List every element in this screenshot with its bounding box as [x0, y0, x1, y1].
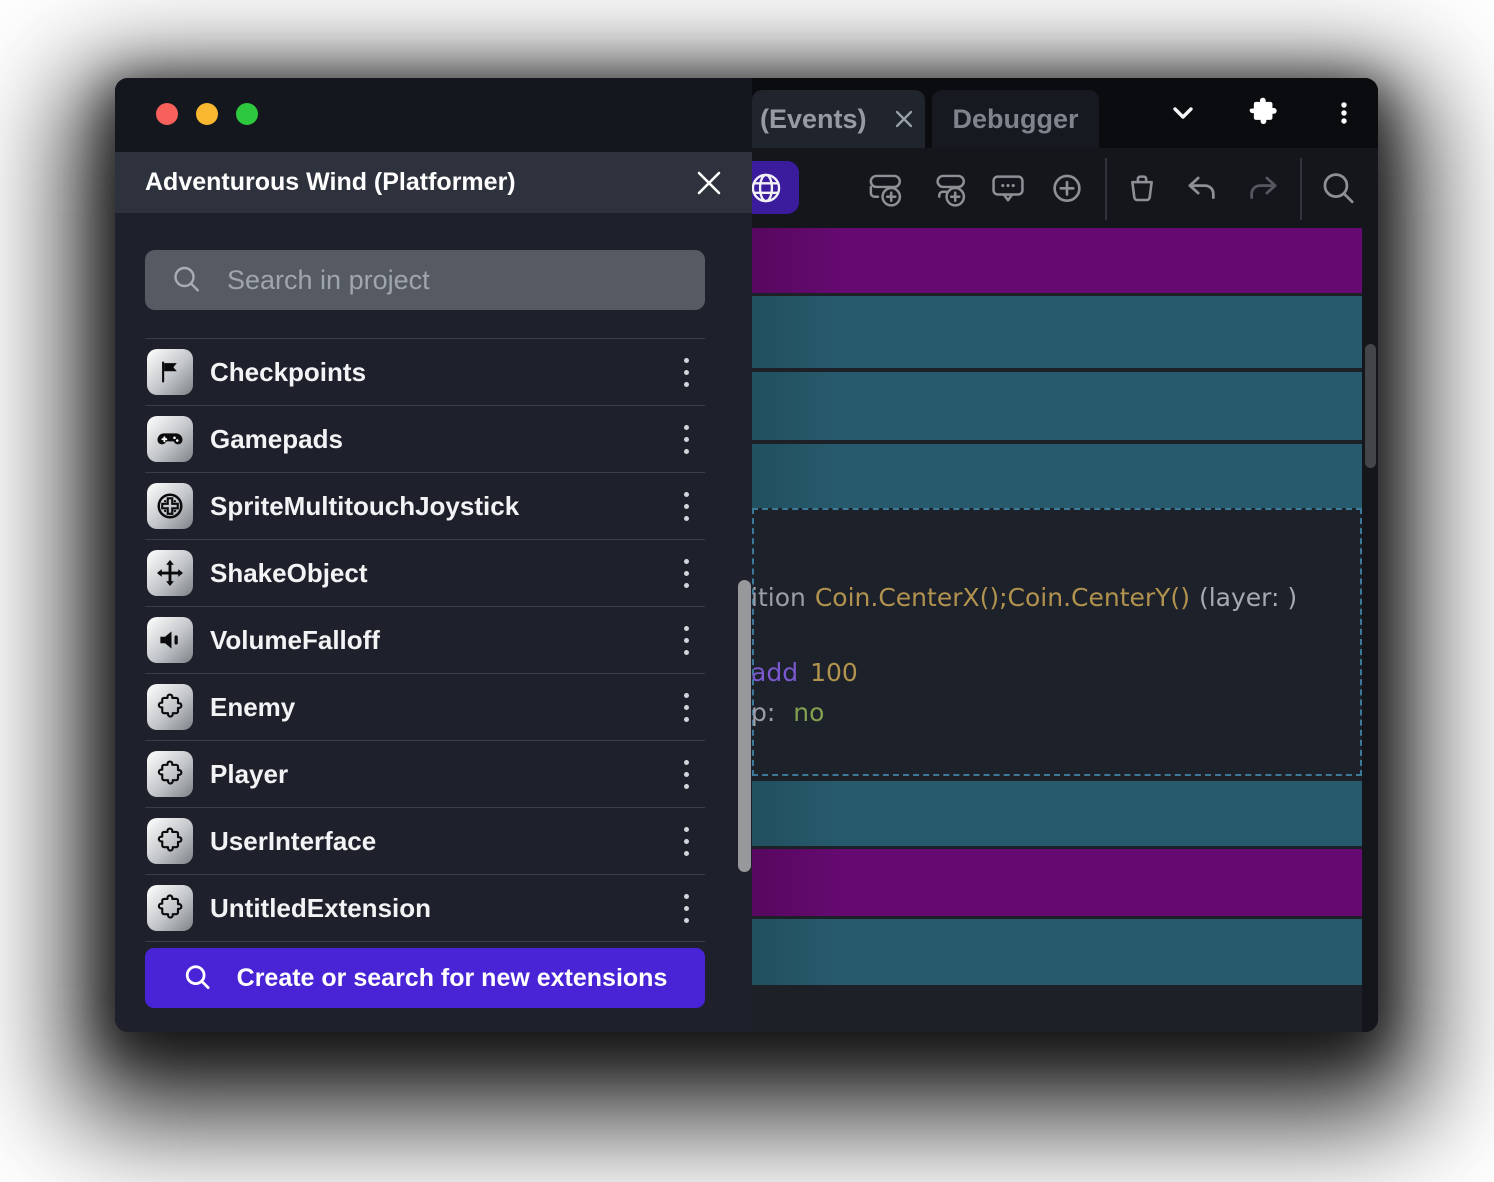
kebab-menu-icon[interactable] — [669, 752, 703, 796]
globe-icon — [747, 169, 785, 207]
kebab-menu-icon[interactable] — [669, 685, 703, 729]
redo-icon[interactable] — [1239, 166, 1285, 212]
add-circle-icon[interactable] — [1044, 166, 1090, 212]
list-item-userinterface[interactable]: UserInterface — [145, 807, 705, 874]
panel-header: Adventurous Wind (Platformer) — [115, 152, 752, 213]
flag-icon — [147, 349, 193, 395]
panel-scrollbar-thumb[interactable] — [738, 580, 751, 872]
kebab-menu-icon[interactable] — [669, 819, 703, 863]
puzzle-icon — [147, 684, 193, 730]
list-item-untitledextension[interactable]: UntitledExtension — [145, 874, 705, 942]
list-item-label: Checkpoints — [210, 357, 669, 388]
toolbar-separator — [1300, 158, 1302, 220]
gamepad-icon — [147, 416, 193, 462]
list-item-enemy[interactable]: Enemy — [145, 673, 705, 740]
extensions-puzzle-icon[interactable] — [1236, 86, 1290, 140]
trash-icon[interactable] — [1119, 166, 1165, 212]
minimize-traffic-light[interactable] — [196, 103, 218, 125]
kebab-menu-icon[interactable] — [669, 886, 703, 930]
list-item-label: UntitledExtension — [210, 893, 669, 924]
code-expression: Coin.CenterX();Coin.CenterY() — [815, 583, 1190, 612]
create-extension-button[interactable]: Create or search for new extensions — [145, 948, 705, 1008]
tab-events-label: (Events) — [760, 104, 867, 135]
tab-debugger-label: Debugger — [952, 104, 1078, 135]
joystick-icon — [147, 483, 193, 529]
list-item-label: Player — [210, 759, 669, 790]
list-item-shakeobject[interactable]: ShakeObject — [145, 539, 705, 606]
list-item-gamepads[interactable]: Gamepads — [145, 405, 705, 472]
kebab-menu-icon[interactable] — [669, 551, 703, 595]
events-scrollbar-track[interactable] — [1362, 228, 1378, 1032]
list-item-checkpoints[interactable]: Checkpoints — [145, 338, 705, 405]
window-titlebar[interactable] — [115, 78, 752, 152]
list-item-player[interactable]: Player — [145, 740, 705, 807]
extensions-list: Checkpoints Gamepads — [145, 338, 705, 942]
search-icon — [183, 963, 213, 993]
code-text: p: — [751, 698, 775, 727]
search-input[interactable] — [225, 264, 689, 297]
code-text: (layer: ) — [1199, 583, 1297, 612]
list-item-label: UserInterface — [210, 826, 669, 857]
selected-event[interactable]: ition Coin.CenterX();Coin.CenterY() (layer… — [752, 508, 1362, 776]
tab-events[interactable]: (Events) — [752, 90, 925, 148]
puzzle-icon — [147, 751, 193, 797]
events-scrollbar-thumb[interactable] — [1365, 344, 1376, 468]
event-row[interactable] — [752, 296, 1362, 368]
list-item-label: VolumeFalloff — [210, 625, 669, 656]
move-arrows-icon — [147, 550, 193, 596]
list-item-label: Enemy — [210, 692, 669, 723]
puzzle-icon — [147, 885, 193, 931]
project-search-box[interactable] — [145, 250, 705, 310]
events-sheet: ition Coin.CenterX();Coin.CenterY() (layer… — [752, 228, 1378, 1032]
speaker-icon — [147, 617, 193, 663]
code-value: 100 — [810, 658, 858, 687]
list-item-label: ShakeObject — [210, 558, 669, 589]
puzzle-icon — [147, 818, 193, 864]
code-text: ition — [751, 583, 806, 612]
kebab-menu-icon[interactable] — [669, 618, 703, 662]
list-item-label: Gamepads — [210, 424, 669, 455]
add-subevent-icon[interactable] — [927, 166, 973, 212]
event-row[interactable] — [752, 228, 1362, 293]
chevron-down-icon[interactable] — [1156, 86, 1210, 140]
project-manager-panel: Adventurous Wind (Platformer) Checkpoint… — [115, 78, 752, 1032]
zoom-traffic-light[interactable] — [236, 103, 258, 125]
kebab-menu-icon[interactable] — [669, 350, 703, 394]
kebab-menu-icon[interactable] — [669, 484, 703, 528]
kebab-menu-icon[interactable] — [1317, 86, 1371, 140]
event-action-line: ition Coin.CenterX();Coin.CenterY() (layer… — [751, 583, 1297, 612]
tab-close-icon[interactable] — [889, 104, 919, 134]
code-value: no — [793, 698, 824, 727]
app-window: (Events) Debugger — [115, 78, 1378, 1032]
kebab-menu-icon[interactable] — [669, 417, 703, 461]
toolbar-separator — [1105, 158, 1107, 220]
close-traffic-light[interactable] — [156, 103, 178, 125]
list-item-joystick[interactable]: SpriteMultitouchJoystick — [145, 472, 705, 539]
event-row[interactable] — [752, 781, 1362, 846]
search-icon[interactable] — [1315, 166, 1361, 212]
add-comment-icon[interactable] — [985, 166, 1031, 212]
event-action-line: p: no — [751, 698, 824, 727]
project-title: Adventurous Wind (Platformer) — [145, 168, 516, 197]
event-action-line: add 100 — [751, 658, 858, 687]
code-keyword: add — [751, 658, 798, 687]
event-row[interactable] — [752, 444, 1362, 508]
create-extension-label: Create or search for new extensions — [237, 964, 668, 993]
undo-icon[interactable] — [1180, 166, 1226, 212]
event-row[interactable] — [752, 919, 1362, 985]
panel-close-icon[interactable] — [690, 164, 728, 202]
search-icon — [171, 264, 203, 296]
add-event-icon[interactable] — [863, 166, 909, 212]
list-item-volumefalloff[interactable]: VolumeFalloff — [145, 606, 705, 673]
event-row[interactable] — [752, 849, 1362, 916]
event-row[interactable] — [752, 372, 1362, 440]
tab-debugger[interactable]: Debugger — [932, 90, 1099, 148]
list-item-label: SpriteMultitouchJoystick — [210, 491, 669, 522]
